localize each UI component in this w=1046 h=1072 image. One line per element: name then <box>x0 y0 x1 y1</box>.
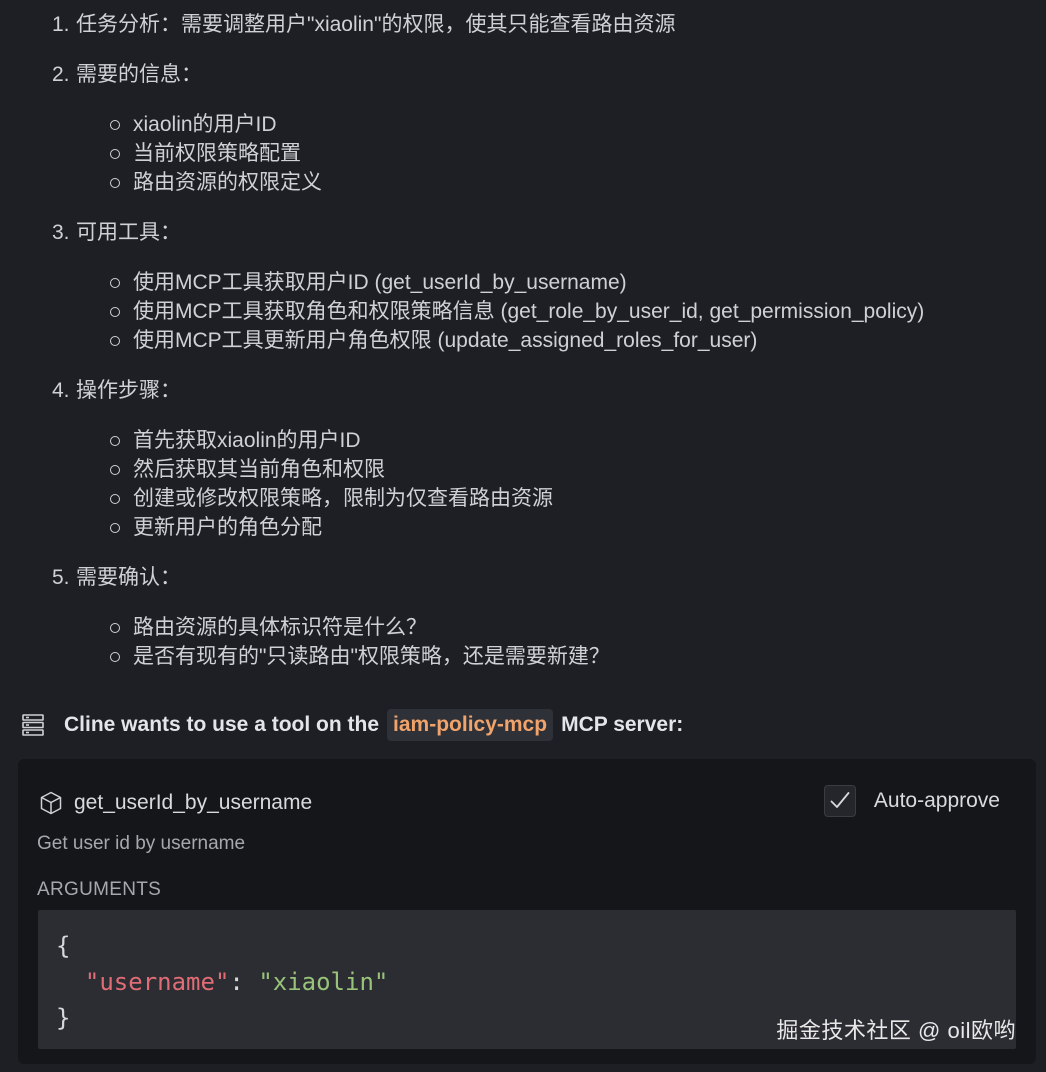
list-item: 然后获取其当前角色和权限 <box>108 455 1032 484</box>
json-key: "username" <box>84 968 230 996</box>
checkmark-icon <box>830 792 850 808</box>
step-title: 可用工具： <box>76 221 181 244</box>
json-open-brace: { <box>56 932 71 960</box>
tool-name: get_userId_by_username <box>74 791 313 814</box>
step-title: 操作步骤： <box>76 379 181 402</box>
cube-icon <box>40 791 62 815</box>
auto-approve-checkbox[interactable] <box>823 785 856 817</box>
step-number: 1. <box>52 13 70 36</box>
step-title: 需要确认： <box>76 566 181 589</box>
step-number: 5. <box>52 566 70 589</box>
tool-request-header: Cline wants to use a tool on the iam-pol… <box>20 706 683 744</box>
list-item: 是否有现有的"只读路由"权限策略，还是需要新建？ <box>108 642 1032 671</box>
list-item: 使用MCP工具获取角色和权限策略信息 (get_role_by_user_id,… <box>108 297 1032 326</box>
step-4: 4. 操作步骤： 首先获取xiaolin的用户ID 然后获取其当前角色和权限 创… <box>52 376 1032 542</box>
step-5: 5. 需要确认： 路由资源的具体标识符是什么？ 是否有现有的"只读路由"权限策略… <box>52 563 1032 671</box>
step-number: 4. <box>52 379 70 402</box>
list-item: xiaolin的用户ID <box>108 110 1032 139</box>
auto-approve-toggle[interactable]: Auto-approve <box>823 785 1000 817</box>
list-item: 使用MCP工具更新用户角色权限 (update_assigned_roles_f… <box>108 326 1032 355</box>
step-title: 需要的信息： <box>76 63 202 86</box>
json-colon: : <box>229 968 259 996</box>
list-item: 当前权限策略配置 <box>108 139 1032 168</box>
auto-approve-label[interactable]: Auto-approve <box>874 789 1000 813</box>
tool-header-prefix: Cline wants to use a tool on the <box>64 713 380 736</box>
server-name-badge: iam-policy-mcp <box>387 709 554 741</box>
list-item: 路由资源的权限定义 <box>108 168 1032 197</box>
step-sub-list: xiaolin的用户ID 当前权限策略配置 路由资源的权限定义 <box>52 110 1032 197</box>
step-title: 任务分析：需要调整用户"xiaolin"的权限，使其只能查看路由资源 <box>76 13 676 36</box>
list-item: 创建或修改权限策略，限制为仅查看路由资源 <box>108 484 1032 513</box>
step-sub-list: 使用MCP工具获取用户ID (get_userId_by_username) 使… <box>52 268 1032 355</box>
tool-header-suffix: MCP server: <box>561 713 684 736</box>
step-1: 1. 任务分析：需要调整用户"xiaolin"的权限，使其只能查看路由资源 <box>52 10 1032 39</box>
json-close-brace: } <box>56 1004 71 1032</box>
plan-steps: 1. 任务分析：需要调整用户"xiaolin"的权限，使其只能查看路由资源 2.… <box>52 10 1032 692</box>
step-number: 2. <box>52 63 70 86</box>
list-item: 首先获取xiaolin的用户ID <box>108 426 1032 455</box>
list-item: 更新用户的角色分配 <box>108 513 1032 542</box>
list-item: 路由资源的具体标识符是什么？ <box>108 613 1032 642</box>
tool-description: Get user id by username <box>37 833 246 854</box>
json-value: "xiaolin" <box>258 968 389 996</box>
arguments-label: ARGUMENTS <box>37 879 162 900</box>
step-sub-list: 首先获取xiaolin的用户ID 然后获取其当前角色和权限 创建或修改权限策略，… <box>52 426 1032 542</box>
step-sub-list: 路由资源的具体标识符是什么？ 是否有现有的"只读路由"权限策略，还是需要新建？ <box>52 613 1032 671</box>
watermark: 掘金技术社区 @ oil欧哟 <box>776 1018 1016 1043</box>
step-number: 3. <box>52 221 70 244</box>
step-3: 3. 可用工具： 使用MCP工具获取用户ID (get_userId_by_us… <box>52 218 1032 355</box>
tool-title-row: get_userId_by_username <box>38 787 312 819</box>
list-item: 使用MCP工具获取用户ID (get_userId_by_username) <box>108 268 1032 297</box>
server-icon <box>22 714 44 736</box>
step-2: 2. 需要的信息： xiaolin的用户ID 当前权限策略配置 路由资源的权限定… <box>52 60 1032 197</box>
